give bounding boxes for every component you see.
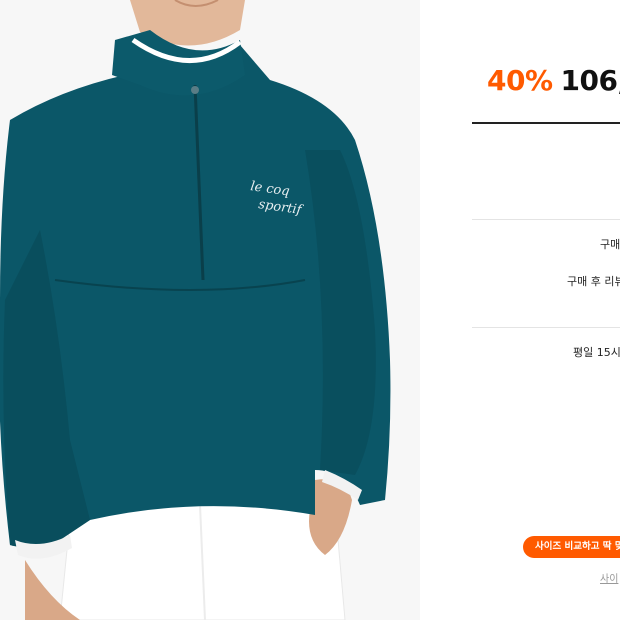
product-detail-page: le coq sportif 40%106,80 구매 구매 후 리뷰 평일 1… — [0, 0, 620, 620]
purchase-benefit-label: 구매 — [600, 238, 620, 251]
price-divider — [472, 122, 620, 124]
size-info-link[interactable]: 사이 — [600, 570, 618, 585]
section-divider-1 — [472, 219, 620, 220]
delivery-info-label: 평일 15시 — [573, 346, 620, 359]
size-compare-button[interactable]: 사이즈 비교하고 딱 맞는 — [523, 536, 620, 558]
product-info-panel: 40%106,80 구매 구매 후 리뷰 평일 15시 사이즈 비교하고 딱 맞… — [420, 0, 620, 620]
product-photo: le coq sportif — [0, 0, 420, 620]
section-divider-2 — [472, 327, 620, 328]
review-benefit-label: 구매 후 리뷰 — [567, 275, 620, 288]
sale-price: 106,80 — [560, 64, 620, 97]
price-row: 40%106,80 — [487, 62, 620, 100]
product-image[interactable]: le coq sportif — [0, 0, 420, 620]
discount-rate: 40% — [487, 64, 553, 97]
